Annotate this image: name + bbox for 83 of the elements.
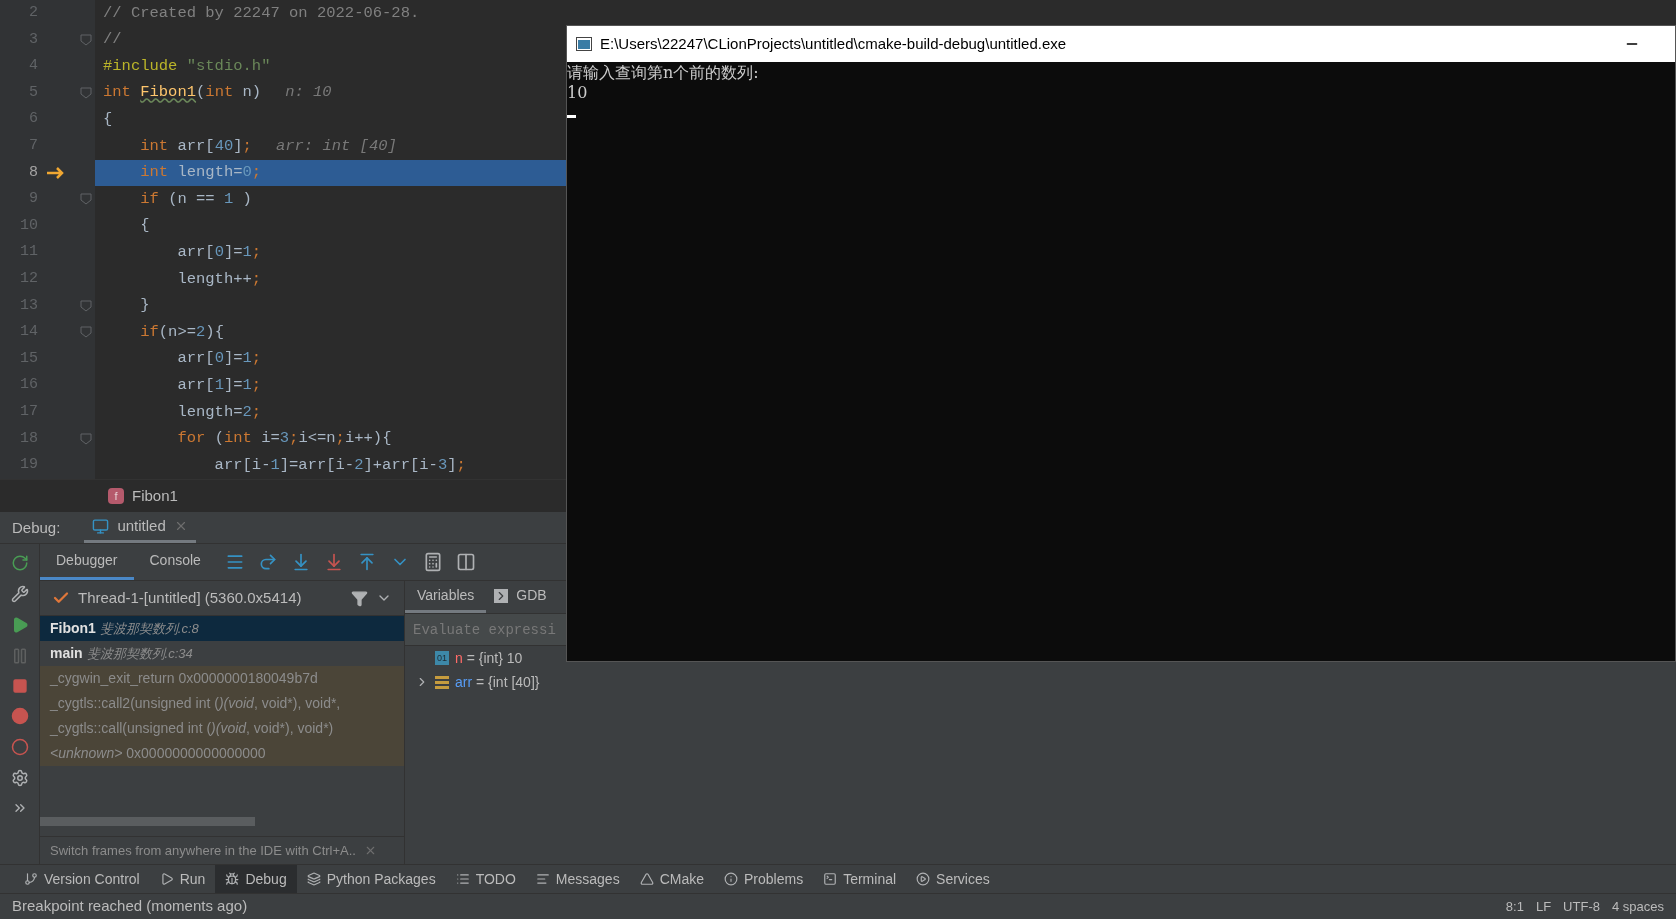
code-line: if (n == 1 ) — [139, 188, 252, 210]
session-label: untitled — [117, 516, 166, 537]
fold-marker-icon[interactable] — [80, 193, 92, 206]
console-output: 请输入查询第n个前的数列: — [567, 63, 759, 83]
tool-window-tab[interactable]: Version Control — [14, 865, 150, 894]
console-output: 10 — [567, 83, 588, 103]
fold-marker-icon[interactable] — [80, 33, 92, 46]
fold-marker-icon[interactable] — [80, 432, 92, 445]
code-line: { — [139, 215, 150, 237]
code-line: arr[0]=1; — [176, 348, 262, 370]
filter-icon[interactable] — [351, 590, 368, 607]
tool-window-tab[interactable]: Python Packages — [296, 865, 446, 894]
code-line: } — [139, 295, 150, 317]
layout-icon[interactable] — [455, 552, 476, 573]
file-encoding[interactable]: UTF-8 — [1563, 896, 1600, 917]
messages-tab-icon — [535, 872, 550, 887]
window-title: E:\Users\22247\CLionProjects\untitled\cmake-build-debug\untitled.exe — [600, 33, 1067, 54]
vcs-tab-icon — [24, 872, 38, 887]
fold-marker-icon[interactable] — [80, 299, 92, 312]
panel-tab[interactable]: GDB — [486, 581, 547, 614]
stack-frame[interactable]: <unknown> 0x0000000000000000 — [40, 741, 404, 767]
tool-window-tab[interactable]: Problems — [714, 865, 814, 894]
breakpoints-icon[interactable] — [10, 707, 29, 726]
tool-window-tab[interactable]: Terminal — [813, 865, 907, 894]
stack-frame[interactable]: _cygtls::call2(unsigned int ()(void, void*), void*, — [40, 691, 404, 717]
run-tab-icon — [159, 872, 174, 887]
monitor-icon — [92, 518, 110, 535]
code-line: for (int i=3;i<=n;i++){ — [176, 428, 392, 450]
code-line: arr[0]=1; — [176, 242, 262, 263]
fold-marker-icon[interactable] — [80, 87, 92, 100]
code-line: int length=0; — [139, 162, 262, 184]
code-line: // Created by 22247 on 2022-06-28. — [103, 2, 420, 24]
code-line: if(n>=2){ — [139, 321, 224, 343]
text-cursor — [567, 115, 576, 118]
terminal-icon — [494, 589, 509, 603]
stack-frame[interactable]: Fibon1 斐波那契数列.c:8 — [40, 616, 404, 642]
todo-tab-icon — [455, 872, 470, 887]
type-badge: 01 — [435, 651, 449, 666]
debug-tab-icon — [225, 872, 240, 887]
stack-frame[interactable]: _cygwin_exit_return 0x0000000180049b7d — [40, 666, 404, 692]
console-app-icon — [576, 37, 592, 51]
code-line: length++; — [176, 268, 262, 290]
panel-tab[interactable]: Console — [133, 544, 217, 581]
problems-tab-icon — [724, 872, 738, 887]
rerun-icon[interactable] — [10, 554, 29, 573]
stack-frame[interactable]: _cygtls::call(unsigned int ()(void, void*), void*) — [40, 716, 404, 742]
tool-window-tab[interactable]: Messages — [525, 865, 630, 894]
code-line: arr[i-1]=arr[i-2]+arr[i-3]; — [213, 454, 466, 476]
stack-frame[interactable]: main 斐波那契数列.c:34 — [40, 641, 404, 667]
code-line: { — [103, 109, 113, 131]
tool-window-tab[interactable]: Debug — [215, 865, 297, 894]
line-number: 8 — [28, 162, 38, 183]
scrollbar[interactable] — [40, 817, 255, 827]
line-ending[interactable]: LF — [1535, 896, 1552, 917]
wrench-icon[interactable] — [10, 585, 29, 604]
code-line: // — [103, 29, 122, 51]
cmake-tab-icon — [639, 872, 654, 887]
panel-title: Debug: — [12, 517, 61, 538]
tool-window-tab[interactable]: Services — [906, 865, 1000, 894]
tool-window-tab[interactable]: Run — [149, 865, 216, 894]
variable-entry[interactable]: n = {int} 10 — [455, 648, 523, 669]
array-icon — [435, 675, 449, 690]
function-icon: f — [108, 488, 124, 505]
status-message: Breakpoint reached (moments ago) — [12, 896, 248, 917]
code-line: #include "stdio.h" — [103, 55, 271, 77]
code-line: length=2; — [176, 401, 262, 423]
caret-position[interactable]: 8:1 — [1505, 896, 1524, 917]
tool-window-tab[interactable]: TODO — [445, 865, 526, 894]
tool-window-tab[interactable]: CMake — [629, 865, 714, 894]
indent-setting[interactable]: 4 spaces — [1611, 896, 1664, 917]
breadcrumb-item[interactable]: Fibon1 — [132, 485, 178, 508]
code-line: arr[1]=1; — [176, 375, 262, 396]
stop-icon[interactable] — [11, 678, 28, 695]
thread-selector[interactable]: Thread-1-[untitled] (5360.0x5414) — [78, 587, 302, 610]
code-line: int Fibon1(int n) n: 10 — [103, 82, 332, 104]
code-line: int arr[40]; arr: int [40] — [139, 135, 397, 157]
hint-text: Switch frames from anywhere in the IDE with Ctrl+A.. — [50, 841, 356, 860]
variable-entry[interactable]: arr = {int [40]} — [455, 672, 540, 693]
settings-icon[interactable] — [10, 769, 29, 788]
packages-tab-icon — [306, 872, 321, 887]
fold-marker-icon[interactable] — [80, 326, 92, 339]
terminal-tab-icon — [823, 872, 838, 887]
services-tab-icon — [916, 872, 931, 887]
